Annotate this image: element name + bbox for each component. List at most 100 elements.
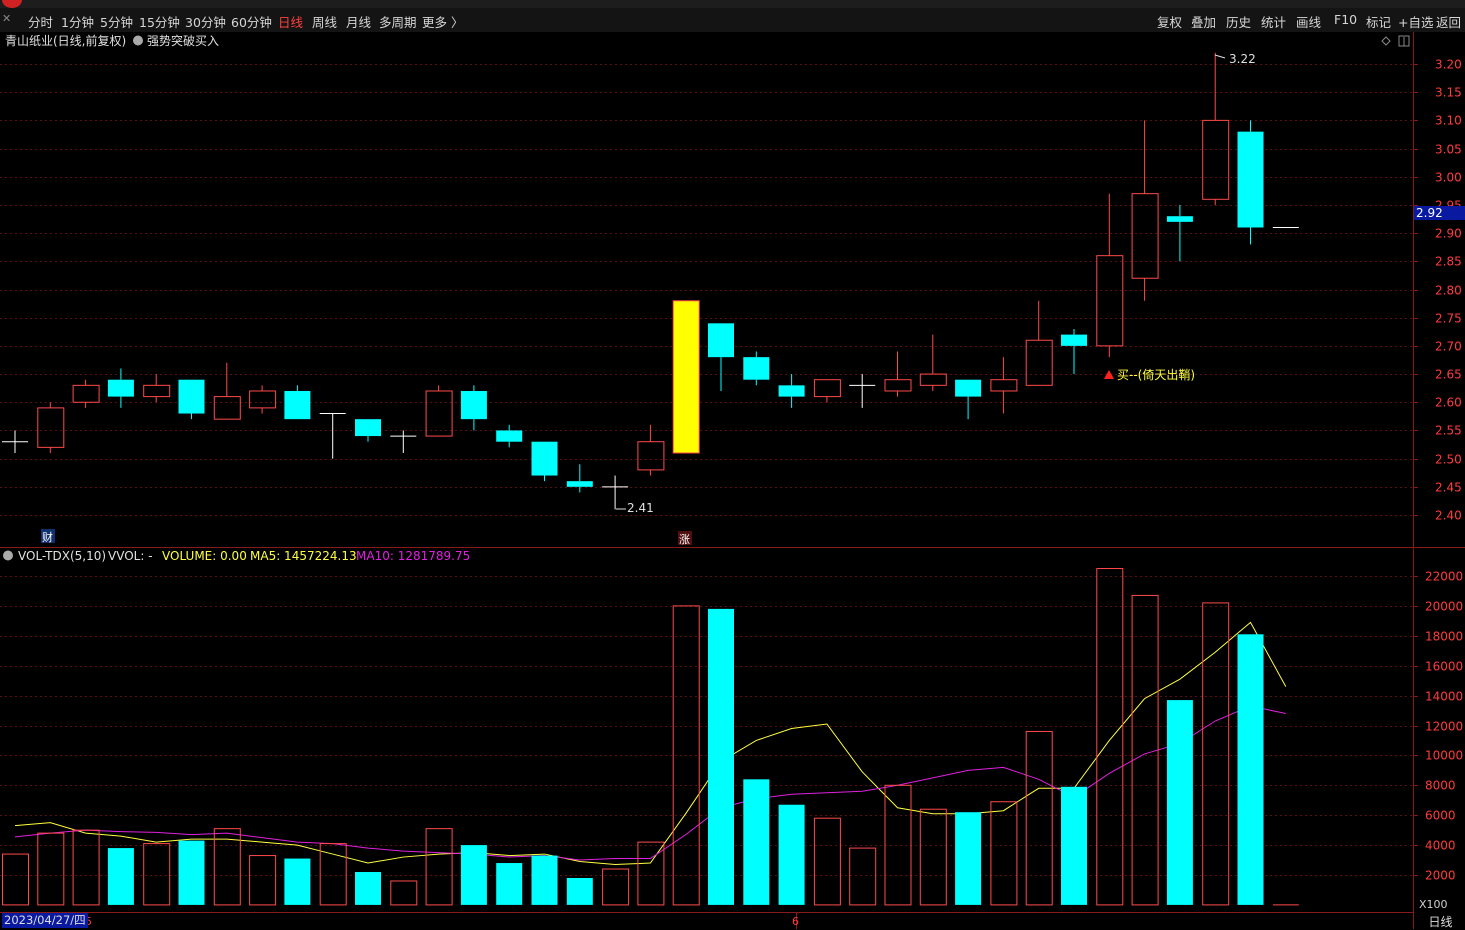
period-tab[interactable]: 月线	[346, 12, 371, 31]
finance-marker[interactable]: 财	[42, 530, 53, 544]
candle-body	[708, 323, 734, 358]
period-tab[interactable]: 周线	[312, 12, 337, 31]
more-periods-button[interactable]: 更多 〉	[422, 12, 463, 31]
stock-title: 青山纸业(日线,前复权)	[5, 33, 126, 48]
volume-bar	[1237, 634, 1264, 905]
candle-body	[531, 441, 558, 476]
period-indicator[interactable]: 日线	[1416, 913, 1465, 929]
volume-bar	[1061, 786, 1087, 905]
period-tab[interactable]: 60分钟	[231, 12, 272, 31]
volume-bar	[1166, 700, 1193, 905]
price-tick-label: 3.05	[1435, 143, 1462, 157]
price-tick-label: 2.80	[1435, 284, 1462, 298]
period-tab[interactable]: 15分钟	[139, 12, 180, 31]
volume-bar	[531, 855, 558, 905]
price-tick-label: 2.50	[1435, 453, 1462, 467]
price-tick-label: 2.55	[1435, 424, 1462, 438]
candle-body	[743, 357, 770, 380]
price-tick-label: 3.20	[1435, 58, 1462, 72]
cursor-date-label: 2023/04/27/四	[2, 913, 88, 928]
fuquan-button[interactable]: 复权	[1157, 12, 1182, 31]
candle-body	[178, 379, 205, 414]
period-tab[interactable]: 5分钟	[100, 12, 133, 31]
low-price-label: 2.41	[627, 501, 654, 515]
high-price-label: 3.22	[1229, 52, 1256, 66]
volume-bar	[708, 608, 734, 905]
kline-chart[interactable]: 3.203.153.103.053.002.952.902.852.802.75…	[0, 32, 1465, 929]
volume-bar	[743, 779, 770, 905]
volume-bar	[284, 858, 311, 905]
buy-signal-label: 买--(倚天出鞘)	[1117, 368, 1195, 382]
volume-tick-label: 22000	[1425, 570, 1463, 584]
price-tick-label: 2.90	[1435, 227, 1462, 241]
price-tick-label: 2.85	[1435, 255, 1462, 269]
period-toolbar: ✕ 分时 1分钟 5分钟 15分钟 30分钟 60分钟 日线 周线 月线 多周期…	[0, 8, 1465, 33]
candle-body	[284, 390, 311, 420]
app-logo-icon	[2, 0, 22, 8]
volume-tick-label: 4000	[1425, 839, 1456, 853]
price-tick-label: 2.70	[1435, 340, 1462, 354]
back-button[interactable]: 返回	[1436, 12, 1461, 31]
price-tick-label: 3.00	[1435, 171, 1462, 185]
volume-bar	[778, 804, 805, 905]
period-tab[interactable]: 30分钟	[185, 12, 226, 31]
candle-body	[955, 379, 982, 397]
candle-body	[1237, 131, 1264, 228]
volume-tick-label: 12000	[1425, 720, 1463, 734]
candle-body	[566, 481, 593, 487]
price-tick-label: 2.65	[1435, 368, 1462, 382]
volume-bar	[496, 863, 523, 905]
price-tick-label: 2.45	[1435, 481, 1462, 495]
candle-body	[460, 390, 487, 420]
indicator-toggle-icon[interactable]	[133, 35, 143, 46]
period-tab[interactable]: 分时	[28, 12, 53, 31]
volume-bar	[107, 848, 134, 905]
candle-body	[496, 430, 523, 442]
window-title-strip	[0, 0, 1465, 8]
volume-tick-label: 14000	[1425, 690, 1463, 704]
candle-body	[672, 300, 700, 454]
price-tick-label: 3.10	[1435, 114, 1462, 128]
volume-tick-label: 16000	[1425, 660, 1463, 674]
volume-indicator-icon[interactable]	[3, 550, 13, 561]
limit-up-marker[interactable]: 涨	[679, 533, 690, 546]
volume-bar	[955, 812, 982, 905]
volume-tick-label: 6000	[1425, 809, 1456, 823]
volume-tick-label: 18000	[1425, 630, 1463, 644]
price-tick-label: 2.40	[1435, 509, 1462, 523]
period-tab[interactable]: 1分钟	[61, 12, 94, 31]
price-tick-label: 2.60	[1435, 396, 1462, 410]
period-tab[interactable]: 多周期	[379, 12, 417, 31]
period-tab-daily[interactable]: 日线	[278, 12, 303, 31]
expand-icon[interactable]: ✕	[2, 12, 11, 25]
volume-bar	[566, 877, 593, 905]
candle-body	[778, 385, 805, 397]
candle-body	[1166, 216, 1193, 222]
volume-tick-label: 2000	[1425, 869, 1456, 883]
price-tick-label: 3.15	[1435, 86, 1462, 100]
f10-button[interactable]: F10	[1334, 12, 1357, 27]
candle-body	[107, 379, 134, 397]
overlay-button[interactable]: 叠加	[1191, 12, 1216, 31]
volume-unit-label: X100	[1419, 898, 1448, 911]
indicator-name: 强势突破买入	[147, 33, 219, 48]
volume-bar	[355, 872, 381, 905]
volume-tick-label: 8000	[1425, 779, 1456, 793]
statistics-button[interactable]: 统计	[1261, 12, 1286, 31]
volume-bar	[460, 845, 487, 905]
ma10-value: MA10: 1281789.75	[356, 549, 470, 563]
volume-tick-label: 20000	[1425, 600, 1463, 614]
volume-bar	[178, 840, 205, 905]
draw-line-button[interactable]: 画线	[1296, 12, 1321, 31]
history-button[interactable]: 历史	[1226, 12, 1251, 31]
candle-body	[355, 419, 381, 437]
add-watchlist-button[interactable]: +自选	[1398, 12, 1433, 31]
current-price-tag: 2.92	[1414, 206, 1465, 220]
mark-button[interactable]: 标记	[1366, 12, 1391, 31]
volume-value: VOLUME: 0.00	[162, 549, 247, 563]
volume-indicator-name: VOL-TDX(5,10)	[18, 549, 106, 563]
volume-tick-label: 10000	[1425, 749, 1463, 763]
vvol-label: VVOL: -	[108, 549, 153, 563]
price-tick-label: 2.75	[1435, 312, 1462, 326]
ma5-value: MA5: 1457224.13	[250, 549, 357, 563]
